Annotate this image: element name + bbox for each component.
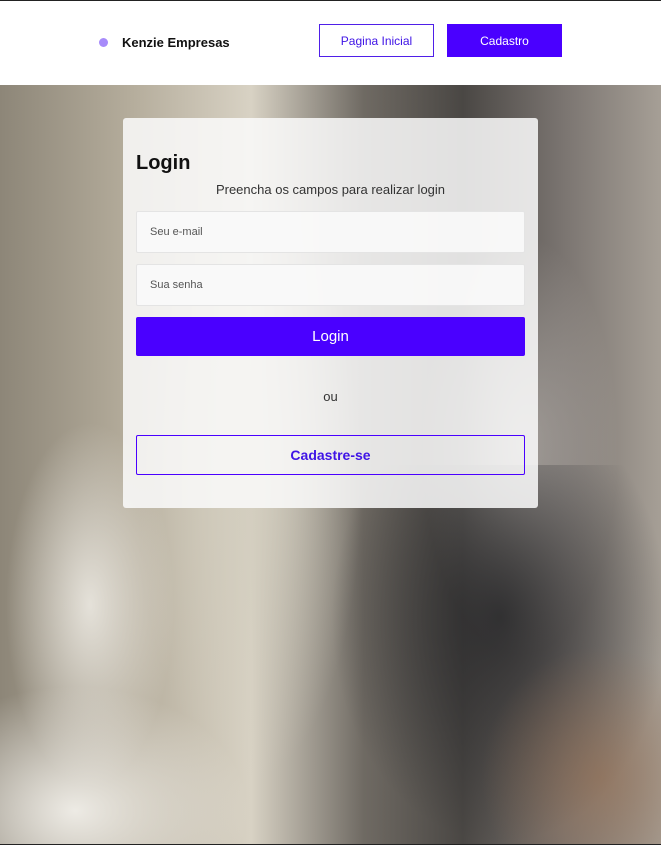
email-field[interactable]: [136, 211, 525, 253]
login-title: Login: [136, 152, 191, 174]
password-field[interactable]: [136, 264, 525, 306]
hero-warm-tone: [480, 645, 661, 844]
login-card: Login Preencha os campos para realizar l…: [123, 118, 538, 508]
login-subtitle: Preencha os campos para realizar login: [215, 182, 446, 197]
home-button[interactable]: Pagina Inicial: [319, 24, 434, 57]
dot-icon: [99, 38, 108, 47]
brand[interactable]: Kenzie Empresas: [99, 35, 230, 50]
hero-light-blur: [0, 685, 250, 844]
site-header: Kenzie Empresas Pagina Inicial Cadastro: [0, 1, 661, 85]
brand-name: Kenzie Empresas: [122, 35, 230, 50]
or-divider: ou: [323, 389, 338, 404]
signup-nav-button[interactable]: Cadastro: [447, 24, 562, 57]
register-button[interactable]: Cadastre-se: [136, 435, 525, 475]
login-button[interactable]: Login: [136, 317, 525, 356]
